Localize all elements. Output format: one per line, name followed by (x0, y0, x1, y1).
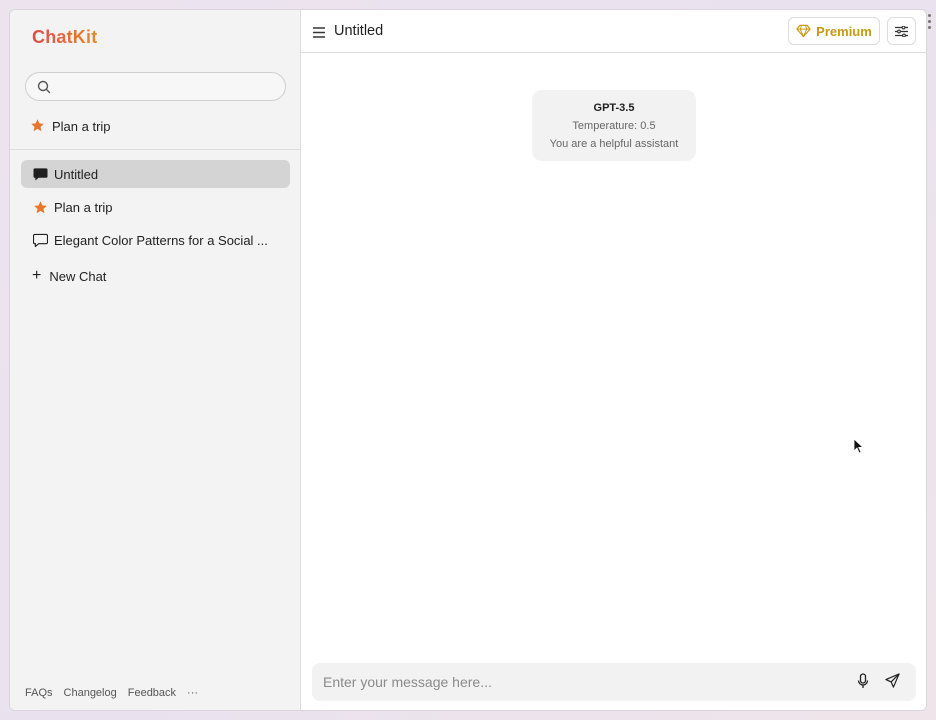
top-bar: Untitled Premium (301, 10, 926, 53)
system-prompt: You are a helpful assistant (549, 138, 679, 150)
model-info-card[interactable]: GPT-3.5 Temperature: 0.5 You are a helpf… (532, 90, 696, 161)
sidebar-divider (10, 149, 300, 150)
changelog-link[interactable]: Changelog (64, 687, 117, 699)
chat-bubble-icon (32, 232, 48, 248)
premium-label: Premium (816, 23, 872, 39)
diamond-icon (796, 24, 811, 38)
search-input[interactable] (56, 77, 276, 97)
more-icon[interactable]: ··· (187, 687, 198, 699)
chat-item-label: Elegant Color Patterns for a Social ... (54, 232, 268, 248)
chat-bubble-filled-icon (32, 166, 48, 182)
menu-icon[interactable] (313, 25, 325, 43)
faqs-link[interactable]: FAQs (25, 687, 53, 699)
send-icon[interactable] (885, 673, 900, 693)
search-box[interactable] (25, 72, 286, 101)
mouse-cursor-icon (853, 438, 864, 454)
new-chat-button[interactable]: + New Chat (32, 268, 106, 284)
chat-item-label: Untitled (54, 166, 99, 182)
chat-item-elegant-color-patterns[interactable]: Elegant Color Patterns for a Social ... (21, 226, 290, 254)
footer-links: FAQs Changelog Feedback ··· (25, 687, 209, 699)
star-icon (30, 118, 46, 134)
sliders-icon (895, 25, 908, 37)
premium-button[interactable]: Premium (788, 17, 880, 45)
feedback-link[interactable]: Feedback (128, 687, 176, 699)
model-temperature: Temperature: 0.5 (572, 120, 656, 132)
plus-icon: + (32, 267, 42, 284)
app-logo: ChatKit (32, 27, 98, 47)
app-window: ChatKit Plan a trip Untitled Plan a trip… (9, 9, 927, 711)
search-icon (37, 80, 51, 94)
star-icon (32, 199, 48, 215)
main-panel: Untitled Premium GPT-3.5 Temperature: 0.… (301, 10, 926, 710)
message-input[interactable] (323, 672, 843, 692)
chat-item-label: Plan a trip (54, 199, 113, 215)
chat-list: Untitled Plan a trip Elegant Color Patte… (21, 160, 290, 259)
pinned-item-plan-a-trip[interactable]: Plan a trip (30, 116, 111, 136)
chat-item-untitled[interactable]: Untitled (21, 160, 290, 188)
microphone-icon[interactable] (857, 673, 869, 694)
sidebar: ChatKit Plan a trip Untitled Plan a trip… (10, 10, 301, 710)
chat-item-plan-a-trip[interactable]: Plan a trip (21, 193, 290, 221)
model-name: GPT-3.5 (593, 102, 635, 114)
pinned-item-label: Plan a trip (52, 118, 111, 134)
message-composer (312, 663, 916, 701)
new-chat-label: New Chat (49, 268, 107, 284)
settings-button[interactable] (887, 17, 916, 45)
chat-title[interactable]: Untitled (334, 23, 383, 39)
window-resize-handle[interactable] (928, 14, 932, 30)
